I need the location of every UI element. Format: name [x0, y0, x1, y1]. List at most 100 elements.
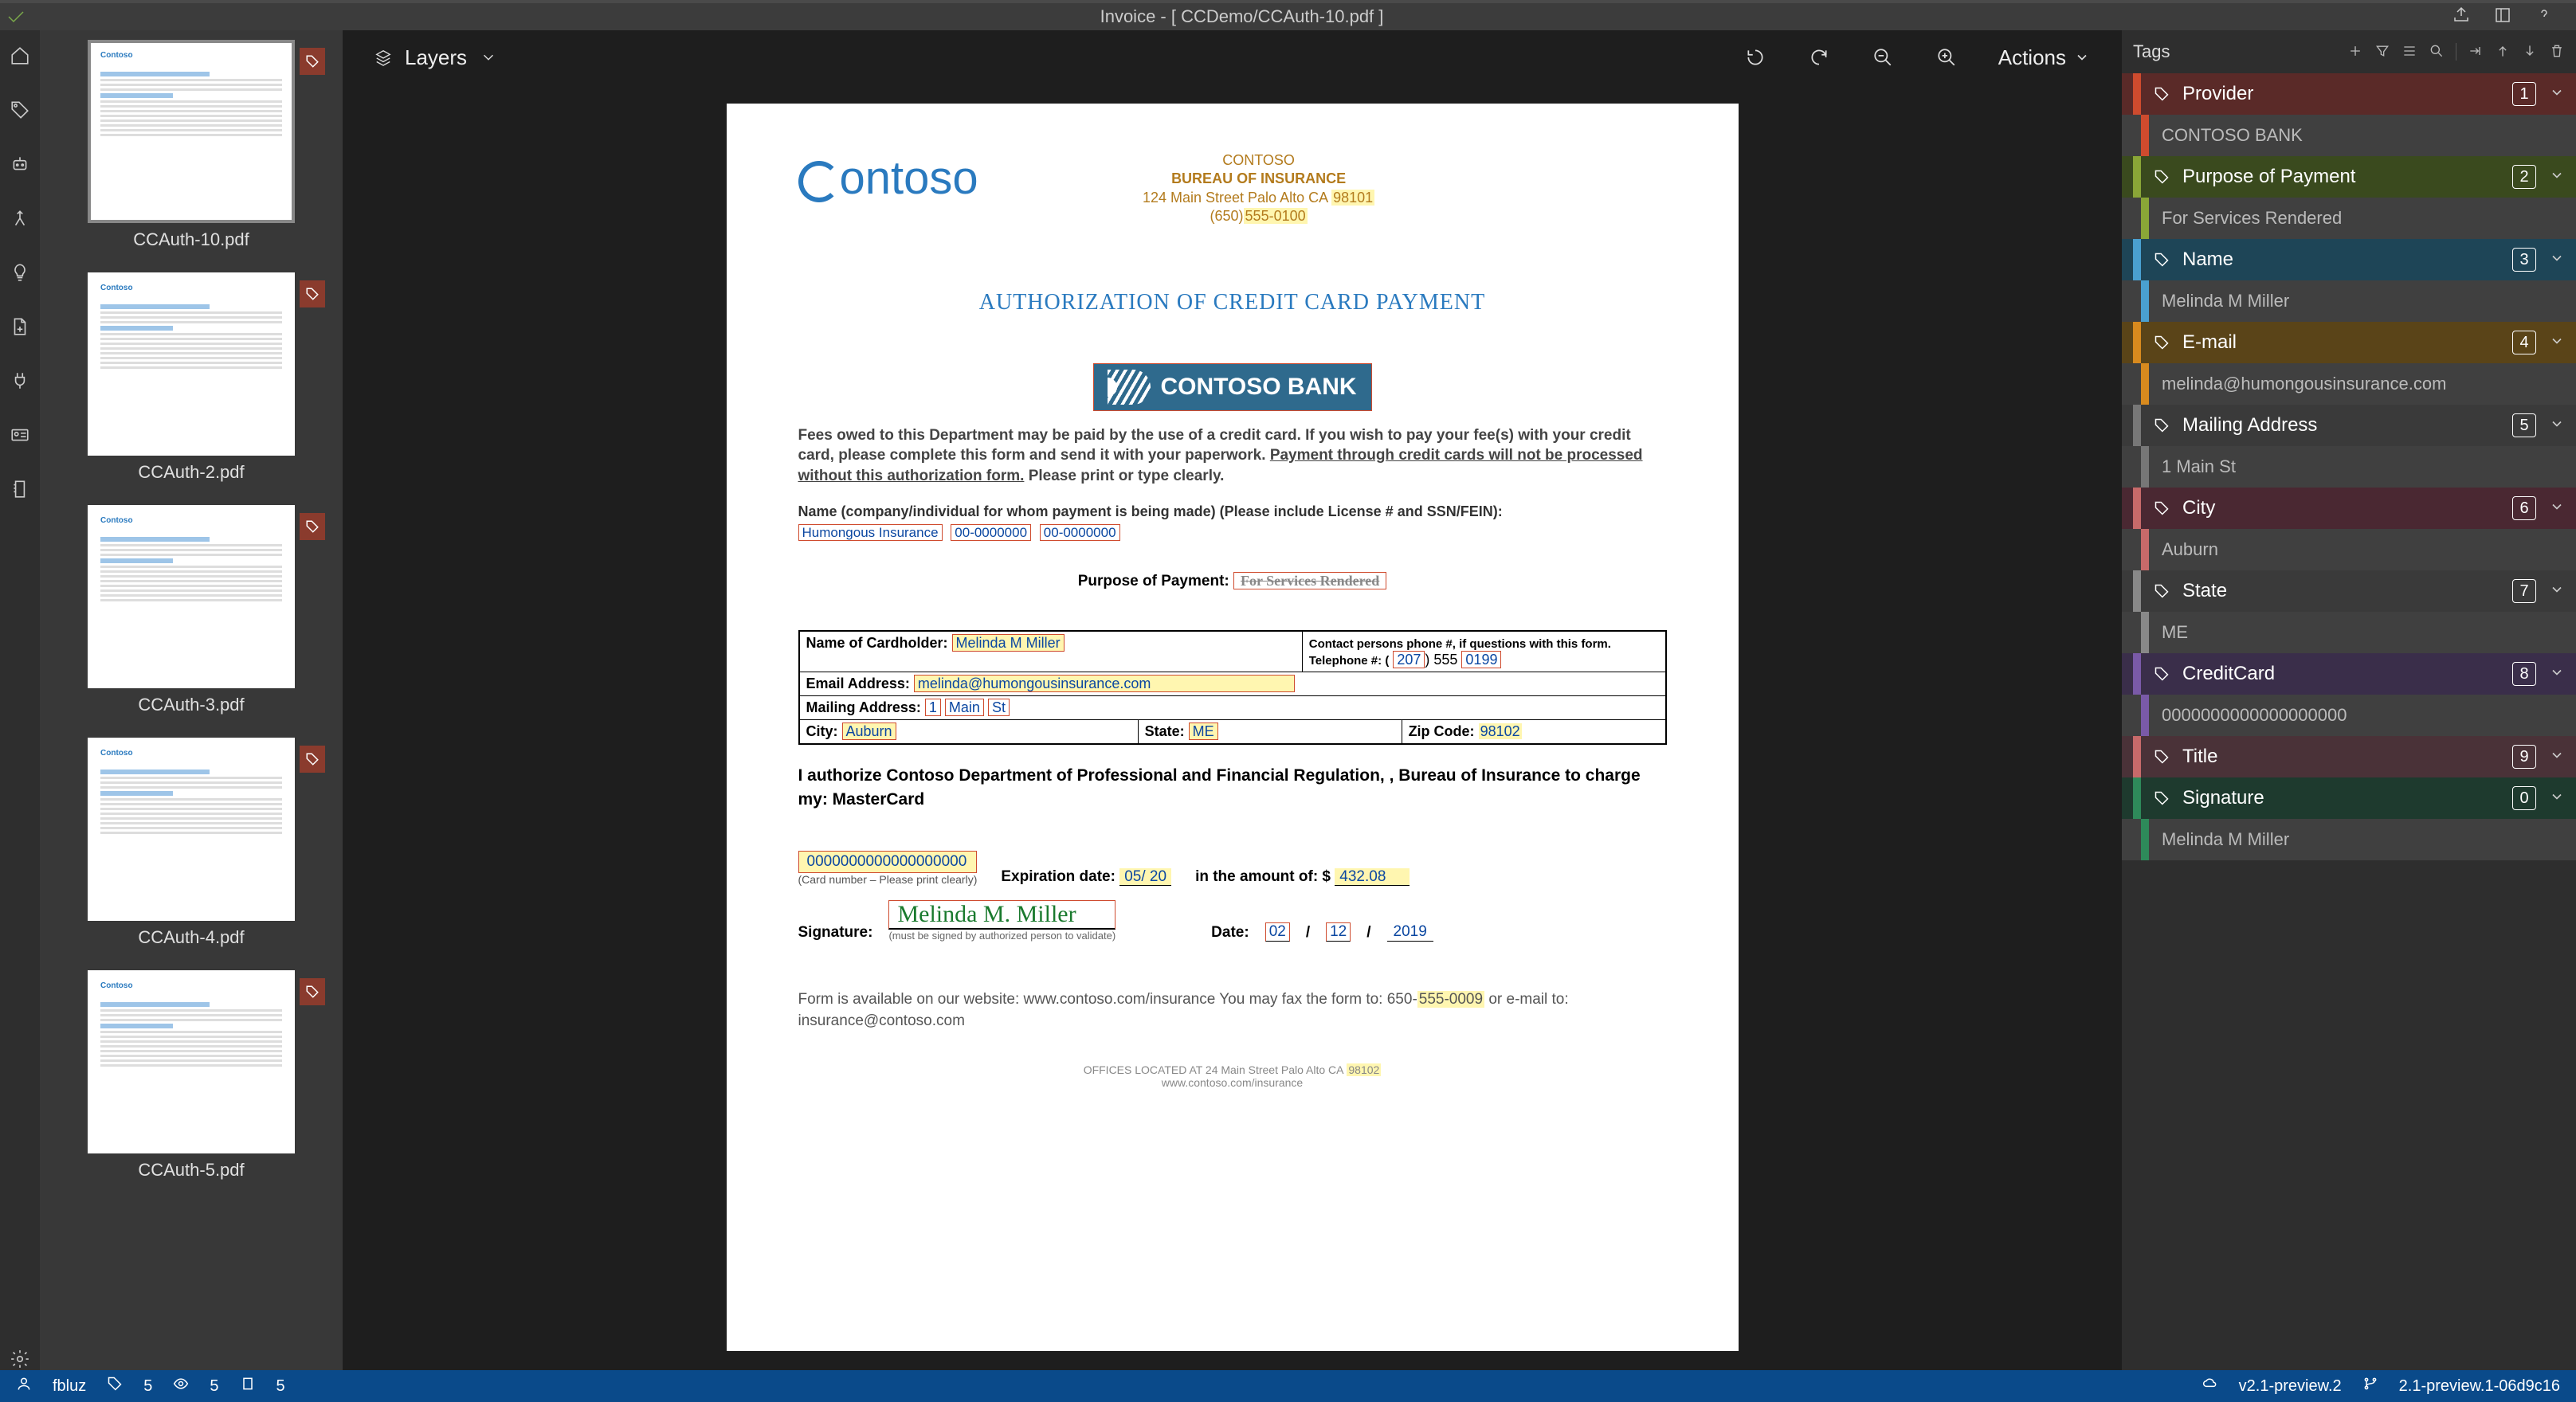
home-icon[interactable] — [9, 45, 31, 67]
thumbnail-tag-icon[interactable] — [300, 280, 325, 307]
thumbnail-tag-icon[interactable] — [300, 513, 325, 540]
chevron-down-icon — [2549, 664, 2565, 684]
chevron-down-icon — [2549, 747, 2565, 767]
section-title: AUTHORIZATION OF CREDIT CARD PAYMENT — [798, 290, 1667, 315]
zoom-in-icon[interactable] — [1935, 45, 1958, 69]
tag-value[interactable]: melinda@humongousinsurance.com — [2122, 363, 2576, 405]
tag-header[interactable]: E-mail4 — [2122, 322, 2576, 363]
chevron-down-icon — [2549, 167, 2565, 187]
tag-header[interactable]: Name3 — [2122, 239, 2576, 280]
auth-text: I authorize Contoso Department of Profes… — [798, 764, 1667, 811]
name-value: Humongous Insurance 00-0000000 00-000000… — [798, 525, 1667, 541]
thumbnail-column: ContosoCCAuth-10.pdfContosoCCAuth-2.pdfC… — [40, 30, 343, 1370]
actions-dropdown[interactable]: Actions — [1998, 45, 2090, 70]
chevron-down-icon — [2549, 84, 2565, 104]
thumbnail-filename: CCAuth-5.pdf — [138, 1160, 244, 1181]
chevron-down-icon — [2549, 250, 2565, 270]
name-label: Name (company/individual for whom paymen… — [798, 503, 1667, 520]
list-icon[interactable] — [2402, 43, 2417, 59]
chevron-down-icon — [2549, 333, 2565, 353]
tag-value[interactable]: Melinda M Miller — [2122, 280, 2576, 322]
tags-panel: Tags Provider1CONTOSO BANKPurpose of Pay… — [2122, 30, 2576, 1370]
tag-header[interactable]: CreditCard8 — [2122, 653, 2576, 695]
tag-value[interactable]: CONTOSO BANK — [2122, 115, 2576, 156]
thumbnail-filename: CCAuth-10.pdf — [133, 229, 249, 250]
tag-header[interactable]: State7 — [2122, 570, 2576, 612]
lightbulb-icon[interactable] — [9, 261, 31, 284]
tag-value[interactable]: For Services Rendered — [2122, 198, 2576, 239]
app-logo — [0, 7, 32, 26]
thumbnail-item[interactable]: ContosoCCAuth-10.pdf — [56, 40, 327, 250]
rotate-left-icon[interactable] — [1743, 45, 1767, 69]
id-card-icon[interactable] — [9, 424, 31, 446]
chevron-down-icon — [2549, 499, 2565, 519]
tag-header[interactable]: City6 — [2122, 488, 2576, 529]
tag-value[interactable]: Auburn — [2122, 529, 2576, 570]
titlebar: Invoice - [ CCDemo/CCAuth-10.pdf ] — [0, 0, 2576, 30]
chevron-down-icon — [2549, 416, 2565, 436]
panel-icon[interactable] — [2493, 6, 2512, 29]
layers-dropdown[interactable]: Layers — [374, 45, 497, 70]
tag-header[interactable]: Title9 — [2122, 736, 2576, 777]
tag-icon[interactable] — [9, 99, 31, 121]
robot-icon[interactable] — [9, 153, 31, 175]
branch-icon — [2362, 1376, 2378, 1396]
thumbnail-filename: CCAuth-3.pdf — [138, 695, 244, 715]
tag-value[interactable]: 1 Main St — [2122, 446, 2576, 488]
window-title: Invoice - [ CCDemo/CCAuth-10.pdf ] — [32, 6, 2452, 27]
enter-icon[interactable] — [2468, 43, 2484, 59]
zoom-out-icon[interactable] — [1871, 45, 1895, 69]
header-text: CONTOSO BUREAU OF INSURANCE 124 Main Str… — [978, 151, 1539, 226]
gear-icon[interactable] — [9, 1348, 31, 1370]
filter-icon[interactable] — [2374, 43, 2390, 59]
thumbnail-filename: CCAuth-4.pdf — [138, 927, 244, 948]
tag-header[interactable]: Signature0 — [2122, 777, 2576, 819]
add-tag-icon[interactable] — [2347, 43, 2363, 59]
thumbnail-item[interactable]: ContosoCCAuth-5.pdf — [56, 970, 327, 1181]
chevron-down-icon — [2549, 582, 2565, 601]
tag-value[interactable]: Melinda M Miller — [2122, 819, 2576, 860]
thumbnail-tag-icon[interactable] — [300, 48, 325, 75]
up-icon[interactable] — [2495, 43, 2511, 59]
cc-row: 0000000000000000000(Card number – Please… — [798, 851, 1667, 886]
thumbnail-filename: CCAuth-2.pdf — [138, 462, 244, 483]
user-icon — [16, 1376, 32, 1396]
down-icon[interactable] — [2522, 43, 2538, 59]
toolbar: Layers Actions — [343, 30, 2122, 84]
file-plus-icon[interactable] — [9, 315, 31, 338]
micro-footer: OFFICES LOCATED AT 24 Main Street Palo A… — [798, 1063, 1667, 1089]
tag-header[interactable]: Purpose of Payment2 — [2122, 156, 2576, 198]
status-bar: fbluz 5 5 5 v2.1-preview.2 2.1-preview.1… — [0, 1370, 2576, 1402]
fees-text: Fees owed to this Department may be paid… — [798, 425, 1667, 487]
left-icon-rail — [0, 30, 40, 1370]
tag-header[interactable]: Mailing Address5 — [2122, 405, 2576, 446]
plug-icon[interactable] — [9, 370, 31, 392]
tag-count-icon — [107, 1376, 123, 1396]
contoso-logo: ontoso — [798, 151, 978, 205]
tag-header[interactable]: Provider1 — [2122, 73, 2576, 115]
thumbnail-tag-icon[interactable] — [300, 978, 325, 1005]
cloud-icon — [2202, 1376, 2218, 1396]
chevron-down-icon — [2549, 789, 2565, 809]
share-icon[interactable] — [2452, 6, 2471, 29]
trash-icon[interactable] — [2549, 43, 2565, 59]
thumbnail-tag-icon[interactable] — [300, 746, 325, 773]
signature-row: Signature: Melinda M. Miller(must be sig… — [798, 900, 1667, 942]
thumbnail-item[interactable]: ContosoCCAuth-3.pdf — [56, 505, 327, 715]
purpose-row: Purpose of Payment: For Services Rendere… — [798, 573, 1667, 590]
search-icon[interactable] — [2429, 43, 2445, 59]
footer-text: Form is available on our website: www.co… — [798, 989, 1667, 1032]
tag-value[interactable]: 0000000000000000000 — [2122, 695, 2576, 736]
thumbnail-item[interactable]: ContosoCCAuth-2.pdf — [56, 272, 327, 483]
bank-logo: CONTOSO BANK — [1093, 363, 1372, 411]
thumbnail-item[interactable]: ContosoCCAuth-4.pdf — [56, 738, 327, 948]
center-area: Layers Actions ontoso CONTOSO — [343, 30, 2122, 1370]
tag-value[interactable]: ME — [2122, 612, 2576, 653]
form-table: Name of Cardholder: Melinda M Miller Con… — [798, 630, 1667, 745]
rotate-right-icon[interactable] — [1807, 45, 1831, 69]
help-icon[interactable] — [2535, 6, 2554, 29]
document-page: ontoso CONTOSO BUREAU OF INSURANCE 124 M… — [727, 104, 1739, 1351]
merge-icon[interactable] — [9, 207, 31, 229]
document-icon[interactable] — [9, 478, 31, 500]
eye-icon — [173, 1376, 189, 1396]
